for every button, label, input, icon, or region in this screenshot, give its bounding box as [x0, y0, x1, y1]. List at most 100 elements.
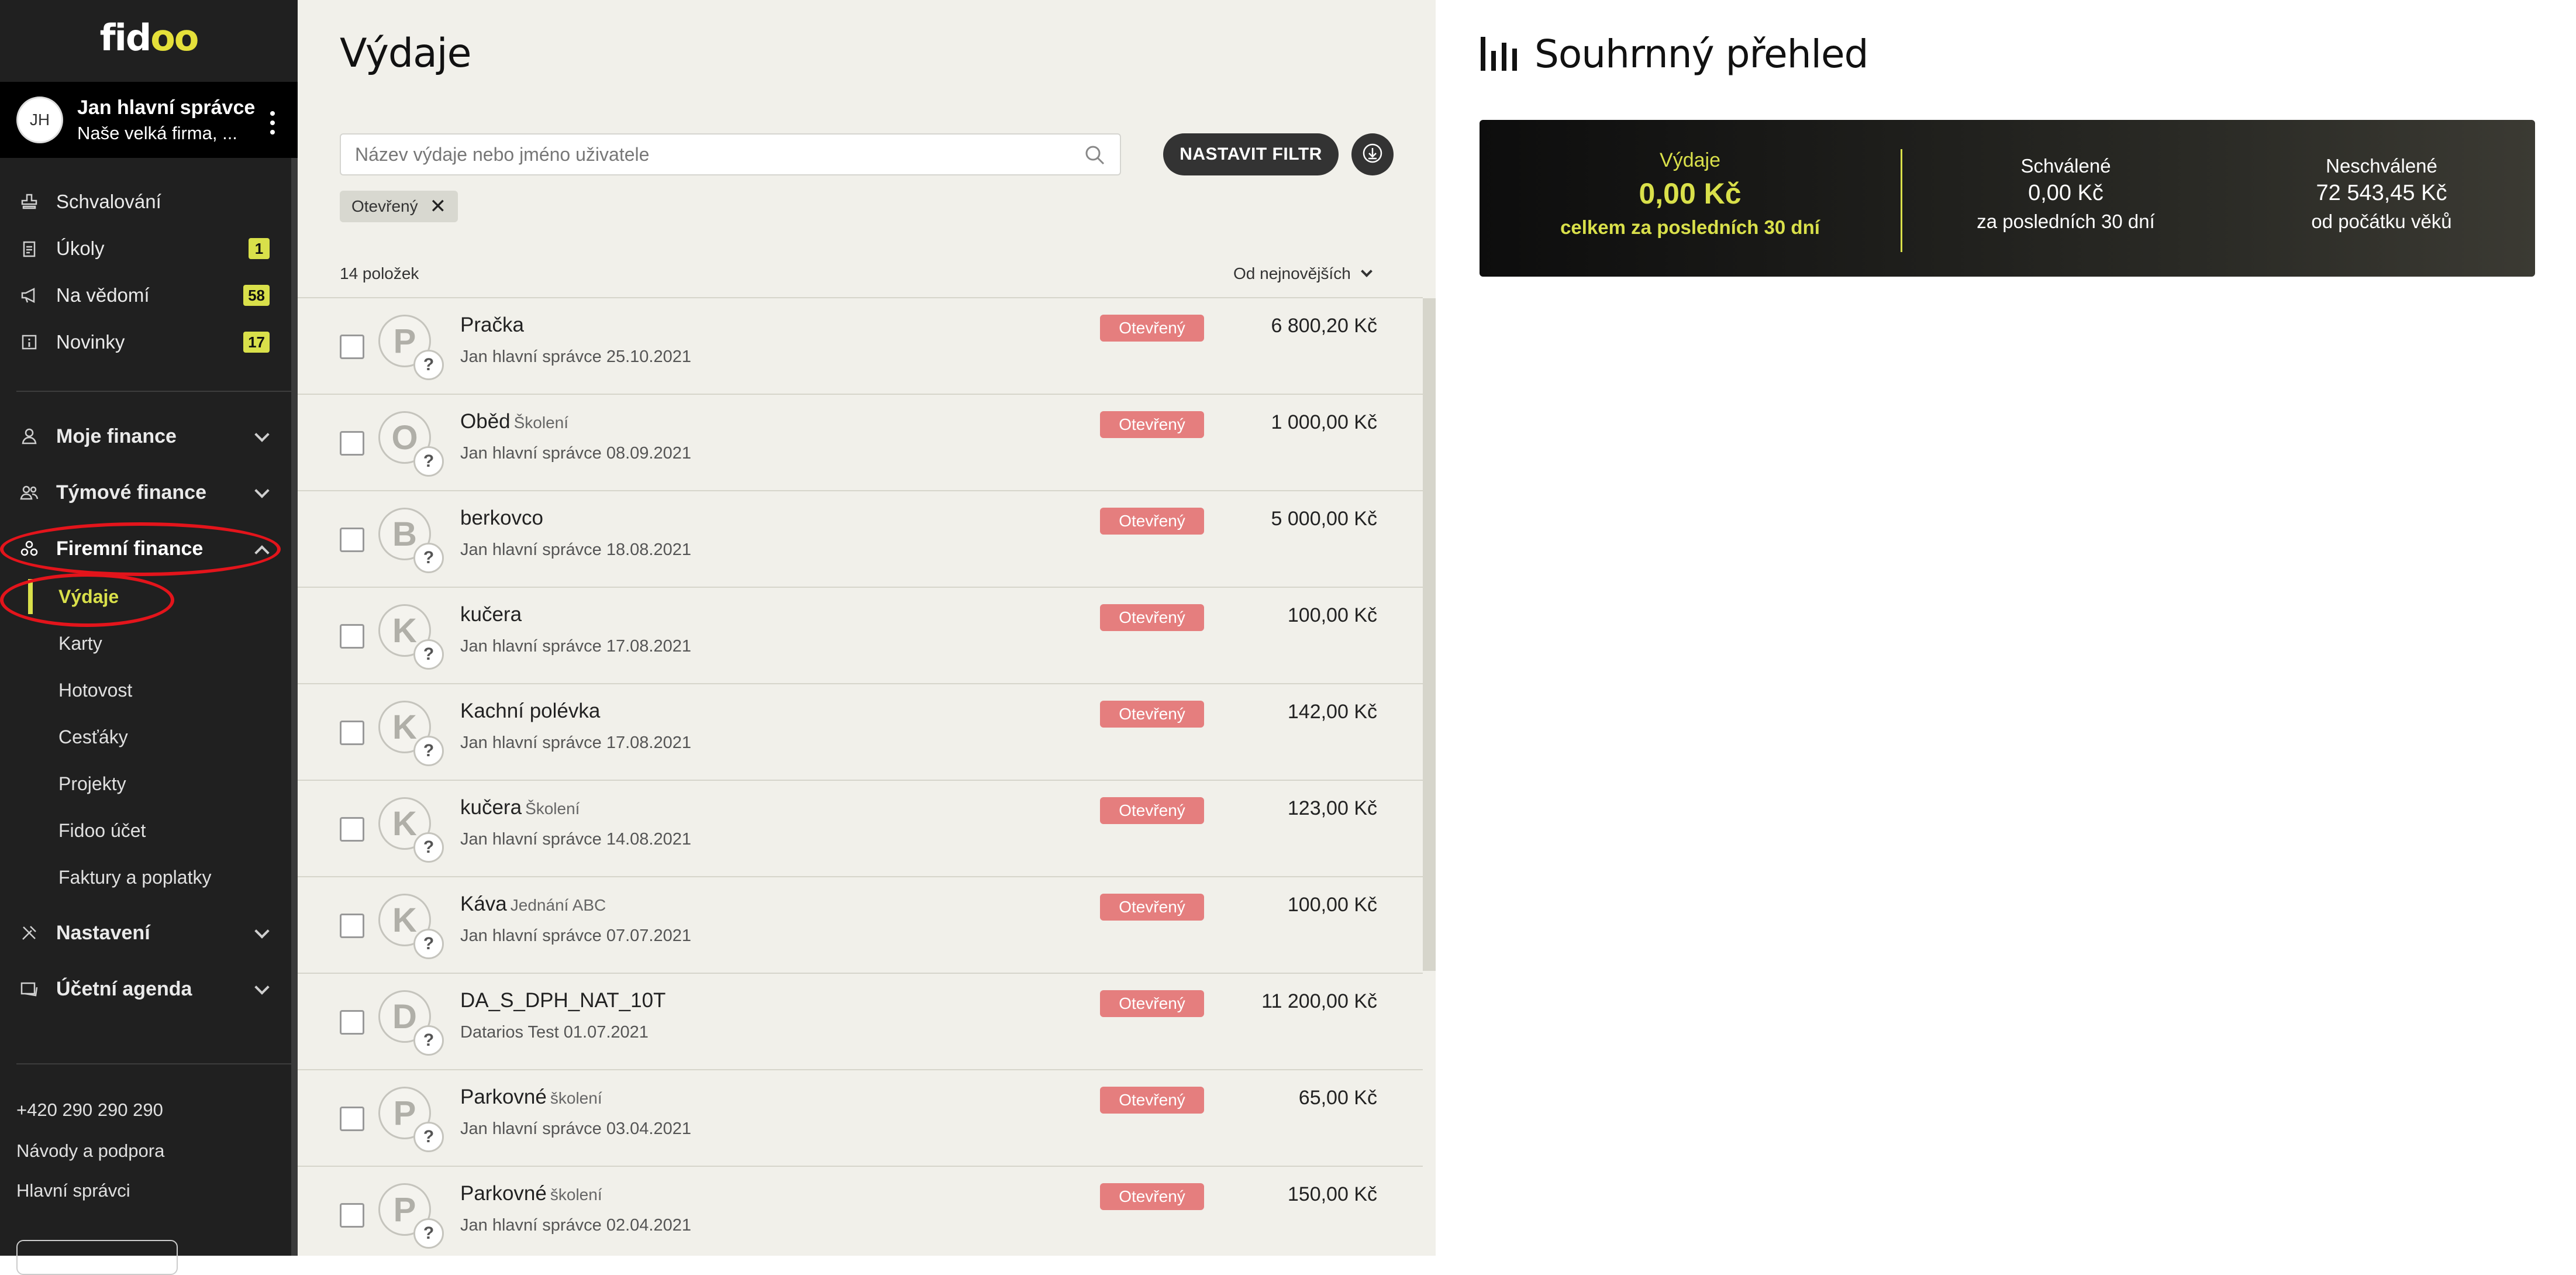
row-checkbox[interactable]	[340, 721, 364, 745]
sidebar-section-settings[interactable]: Nastavení	[0, 914, 298, 952]
expense-amount: 123,00 Kč	[1287, 797, 1377, 819]
chevron-down-icon	[254, 483, 270, 498]
row-checkbox[interactable]	[340, 335, 364, 359]
row-checkbox[interactable]	[340, 624, 364, 649]
chevron-down-icon	[254, 427, 270, 442]
row-checkbox[interactable]	[340, 817, 364, 842]
expense-row[interactable]: K ? kučera Jan hlavní správce 17.08.2021…	[298, 587, 1423, 683]
expense-title: kučera	[460, 603, 522, 626]
row-checkbox[interactable]	[340, 914, 364, 938]
expense-row[interactable]: P ? Parkovné školení Jan hlavní správce 0…	[298, 1069, 1423, 1166]
stat-expenses[interactable]: Výdaje 0,00 Kč celkem za posledních 30 d…	[1480, 149, 1901, 239]
sidebar-item-travel[interactable]: Cesťáky	[58, 722, 128, 752]
expense-meta: Jan hlavní správce 17.08.2021	[460, 637, 691, 656]
expense-amount: 65,00 Kč	[1298, 1087, 1377, 1109]
notices-badge: 58	[243, 285, 270, 306]
row-checkbox[interactable]	[340, 1107, 364, 1131]
sidebar-item-fidoo-account[interactable]: Fidoo účet	[58, 816, 146, 845]
sidebar-item-news[interactable]: Novinky 17	[0, 325, 298, 360]
expense-row[interactable]: K ? Káva Jednání ABC Jan hlavní správce 0…	[298, 876, 1423, 973]
user-card[interactable]: JH Jan hlavní správce Naše velká firma, …	[0, 82, 298, 158]
expense-row[interactable]: P ? Pračka Jan hlavní správce 25.10.2021…	[298, 297, 1423, 394]
sidebar-section-accounting[interactable]: Účetní agenda	[0, 970, 298, 1008]
filter-chip-open[interactable]: Otevřený ✕	[340, 191, 458, 222]
sidebar-item-tasks[interactable]: Úkoly 1	[0, 231, 298, 266]
expense-tag: Jednání ABC	[510, 896, 606, 914]
expense-row[interactable]: D ? DA_S_DPH_NAT_10T Datarios Test 01.07…	[298, 973, 1423, 1069]
stat-value: 0,00 Kč	[1639, 177, 1742, 210]
sidebar-footer-button[interactable]	[16, 1240, 178, 1275]
expense-row[interactable]: B ? berkovco Jan hlavní správce 18.08.20…	[298, 490, 1423, 587]
user-name: Jan hlavní správce	[77, 96, 256, 119]
company-icon	[18, 537, 41, 560]
download-icon	[1361, 142, 1384, 168]
row-checkbox[interactable]	[340, 1010, 364, 1035]
stat-value: 72 543,45 Kč	[2316, 181, 2447, 205]
sidebar-item-invoices[interactable]: Faktury a poplatky	[58, 863, 211, 892]
expense-row[interactable]: K ? Kachní polévka Jan hlavní správce 17…	[298, 683, 1423, 780]
stat-unapproved[interactable]: Neschválené 72 543,45 Kč od počátku věků	[2228, 155, 2535, 233]
team-icon	[18, 481, 41, 504]
support-phone[interactable]: +420 290 290 290	[16, 1100, 163, 1121]
help-link[interactable]: Návody a podpora	[16, 1140, 164, 1162]
row-checkbox[interactable]	[340, 528, 364, 552]
expense-tag: školení	[550, 1186, 602, 1204]
close-icon[interactable]: ✕	[430, 195, 447, 218]
expense-row[interactable]: K ? kučera Školení Jan hlavní správce 14.…	[298, 780, 1423, 876]
sidebar-item-cash[interactable]: Hotovost	[58, 676, 132, 705]
search-icon[interactable]	[1084, 144, 1106, 166]
sidebar-section-team-finance[interactable]: Týmové finance	[0, 474, 298, 511]
expense-meta: Jan hlavní správce 25.10.2021	[460, 347, 691, 366]
more-vertical-icon[interactable]	[270, 111, 275, 135]
expense-meta: Jan hlavní správce 18.08.2021	[460, 540, 691, 559]
overview-header: Souhrnný přehled	[1480, 32, 1868, 77]
set-filter-button[interactable]: NASTAVIT FILTR	[1163, 133, 1339, 175]
sidebar-item-projects[interactable]: Projekty	[58, 769, 126, 798]
status-badge: Otevřený	[1100, 701, 1204, 728]
expense-title: DA_S_DPH_NAT_10T	[460, 989, 666, 1012]
sidebar-section-company-finance[interactable]: Firemní finance	[0, 530, 298, 567]
stat-approved[interactable]: Schválené 0,00 Kč za posledních 30 dní	[1912, 155, 2219, 233]
stat-sub: celkem za posledních 30 dní	[1560, 216, 1820, 238]
sort-dropdown[interactable]: Od nejnovějších	[1233, 264, 1373, 283]
status-badge: Otevřený	[1100, 315, 1204, 342]
page-title: Výdaje	[340, 30, 471, 77]
sidebar-section-my-finance[interactable]: Moje finance	[0, 418, 298, 455]
active-indicator	[28, 579, 33, 614]
question-icon: ?	[413, 350, 444, 380]
sidebar-item-notices[interactable]: Na vědomí 58	[0, 278, 298, 313]
admins-link[interactable]: Hlavní správci	[16, 1180, 130, 1201]
expense-title: Káva	[460, 892, 507, 915]
sidebar: fid oo JH Jan hlavní správce Naše velká f…	[0, 0, 298, 1275]
stat-sub: od počátku věků	[2311, 211, 2452, 232]
sidebar-scrollbar[interactable]	[291, 158, 298, 1256]
search-box[interactable]	[340, 133, 1121, 175]
item-count: 14 položek	[340, 264, 419, 282]
question-icon: ?	[413, 929, 444, 959]
summary-stats-panel: Výdaje 0,00 Kč celkem za posledních 30 d…	[1480, 120, 2535, 277]
stat-sub: za posledních 30 dní	[1977, 211, 2155, 232]
question-icon: ?	[413, 446, 444, 477]
search-input[interactable]	[355, 143, 1057, 166]
expense-title: Parkovné	[460, 1086, 547, 1108]
fidoo-logo[interactable]: fid oo	[0, 0, 298, 75]
expense-tag: školení	[550, 1089, 602, 1107]
expense-title: kučera	[460, 796, 522, 819]
expense-tag: Školení	[513, 413, 569, 432]
expense-meta: Jan hlavní správce 17.08.2021	[460, 733, 691, 752]
sidebar-item-cards[interactable]: Karty	[58, 629, 102, 658]
expense-meta: Jan hlavní správce 03.04.2021	[460, 1119, 691, 1138]
sidebar-item-approvals[interactable]: Schvalování	[0, 184, 298, 219]
row-checkbox[interactable]	[340, 431, 364, 456]
expense-row[interactable]: O ? Oběd Školení Jan hlavní správce 08.09…	[298, 394, 1423, 490]
download-button[interactable]	[1351, 133, 1394, 175]
expense-title: Parkovné	[460, 1182, 547, 1205]
question-icon: ?	[413, 832, 444, 863]
sidebar-item-expenses[interactable]: Výdaje	[58, 582, 119, 611]
list-scrollbar[interactable]	[1423, 298, 1436, 971]
expense-meta: Jan hlavní správce 08.09.2021	[460, 444, 691, 463]
row-checkbox[interactable]	[340, 1203, 364, 1228]
expense-row[interactable]: P ? Parkovné školení Jan hlavní správce 0…	[298, 1166, 1423, 1262]
accounting-icon	[18, 977, 41, 1001]
tasks-badge: 1	[249, 238, 270, 259]
